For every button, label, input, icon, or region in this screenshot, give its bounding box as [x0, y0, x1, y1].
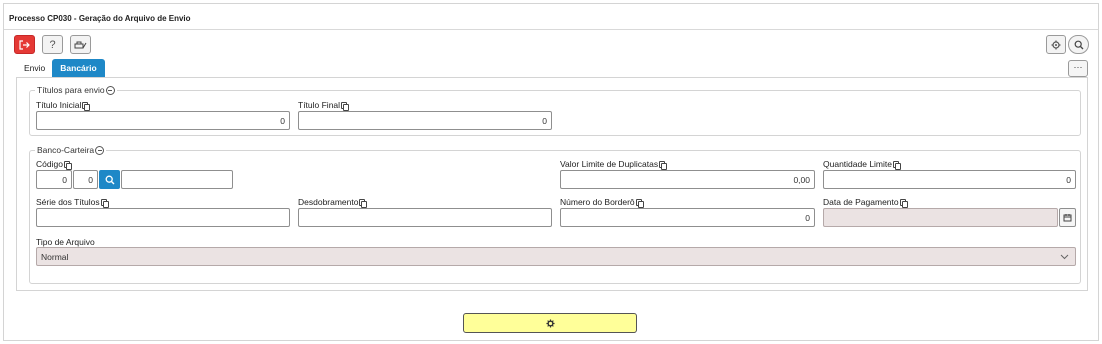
codigo-banco-input[interactable]: 0	[36, 170, 72, 189]
desdobramento-label: Desdobramento	[298, 197, 368, 208]
quantidade-limite-input[interactable]: 0	[823, 170, 1076, 189]
exit-button[interactable]	[14, 35, 35, 54]
titulo-inicial-input[interactable]: 0	[36, 111, 290, 130]
codigo-search-button[interactable]	[99, 170, 120, 189]
gear-icon	[545, 318, 555, 328]
titulos-legend-label: Títulos para envio	[37, 85, 105, 95]
codigo-descricao-input[interactable]	[121, 170, 233, 189]
data-pagamento-input	[823, 208, 1058, 227]
copy-icon[interactable]	[341, 101, 350, 111]
titulo-final-label: Título Final	[298, 100, 350, 111]
quantidade-limite-label: Quantidade Limite	[823, 159, 901, 170]
titulos-fieldset: Títulos para envio Título Inicial 0 Títu…	[29, 85, 1081, 136]
tab-envio[interactable]: Envio	[17, 59, 52, 77]
collapse-icon[interactable]	[105, 85, 115, 95]
valor-limite-label-text: Valor Limite de Duplicatas	[560, 159, 659, 169]
copy-icon[interactable]	[899, 198, 908, 208]
search-icon	[105, 175, 114, 184]
settings-button[interactable]	[1046, 35, 1066, 54]
tipo-arquivo-value: Normal	[41, 251, 69, 262]
help-button[interactable]: ?	[42, 35, 63, 54]
serie-titulos-input[interactable]	[36, 208, 290, 227]
titulo-final-label-text: Título Final	[298, 100, 341, 110]
banco-legend: Banco-Carteira	[35, 145, 107, 155]
copy-icon[interactable]	[893, 160, 901, 170]
calendar-icon	[1063, 214, 1072, 222]
collapse-icon[interactable]	[95, 145, 105, 155]
tipo-arquivo-label: Tipo de Arquivo	[36, 237, 95, 247]
serie-titulos-label: Série dos Títulos	[36, 197, 109, 208]
print-icon	[74, 41, 87, 48]
titulo-inicial-label-text: Título Inicial	[36, 100, 82, 110]
copy-icon[interactable]	[63, 160, 72, 170]
help-icon: ?	[49, 38, 56, 51]
desdobramento-input[interactable]	[298, 208, 552, 227]
search-icon	[1074, 40, 1083, 49]
tab-bancario[interactable]: Bancário	[52, 59, 105, 77]
titulo-inicial-label: Título Inicial	[36, 100, 91, 111]
copy-icon[interactable]	[82, 101, 91, 111]
copy-icon[interactable]	[635, 198, 644, 208]
copy-icon[interactable]	[359, 198, 368, 208]
exit-icon	[19, 39, 30, 50]
chevron-down-icon	[1060, 254, 1069, 260]
search-button[interactable]	[1068, 35, 1089, 54]
gear-icon	[1051, 40, 1061, 49]
copy-icon[interactable]	[659, 160, 668, 170]
tab-content: Títulos para envio Título Inicial 0 Títu…	[16, 77, 1088, 291]
data-pagamento-label-text: Data de Pagamento	[823, 197, 899, 207]
codigo-carteira-input[interactable]: 0	[73, 170, 98, 189]
banco-fieldset: Banco-Carteira Código 0 0 Valor Limite d…	[29, 145, 1081, 284]
window-title: Processo CP030 - Geração do Arquivo de E…	[4, 4, 1098, 30]
codigo-label: Código	[36, 159, 72, 170]
more-options-button[interactable]: ···	[1068, 60, 1088, 77]
valor-limite-label: Valor Limite de Duplicatas	[560, 159, 668, 170]
numero-bordero-input[interactable]: 0	[560, 208, 815, 227]
process-window: Processo CP030 - Geração do Arquivo de E…	[3, 3, 1099, 341]
banco-legend-label: Banco-Carteira	[37, 145, 95, 155]
desdobramento-label-text: Desdobramento	[298, 197, 359, 207]
titulo-final-input[interactable]: 0	[298, 111, 552, 130]
tipo-arquivo-select[interactable]: Normal	[36, 247, 1076, 266]
tab-bar: Envio Bancário	[17, 59, 105, 77]
valor-limite-input[interactable]: 0,00	[560, 170, 815, 189]
copy-icon[interactable]	[100, 198, 109, 208]
numero-bordero-label-text: Número do Borderô	[560, 197, 635, 207]
titulos-legend: Títulos para envio	[35, 85, 117, 95]
serie-titulos-label-text: Série dos Títulos	[36, 197, 100, 207]
quantidade-limite-label-text: Quantidade Limite	[823, 159, 892, 169]
numero-bordero-label: Número do Borderô	[560, 197, 644, 208]
calendar-button[interactable]	[1059, 208, 1076, 227]
data-pagamento-label: Data de Pagamento	[823, 197, 908, 208]
print-button[interactable]	[70, 35, 91, 54]
execute-button[interactable]	[463, 313, 637, 333]
codigo-label-text: Código	[36, 159, 63, 169]
